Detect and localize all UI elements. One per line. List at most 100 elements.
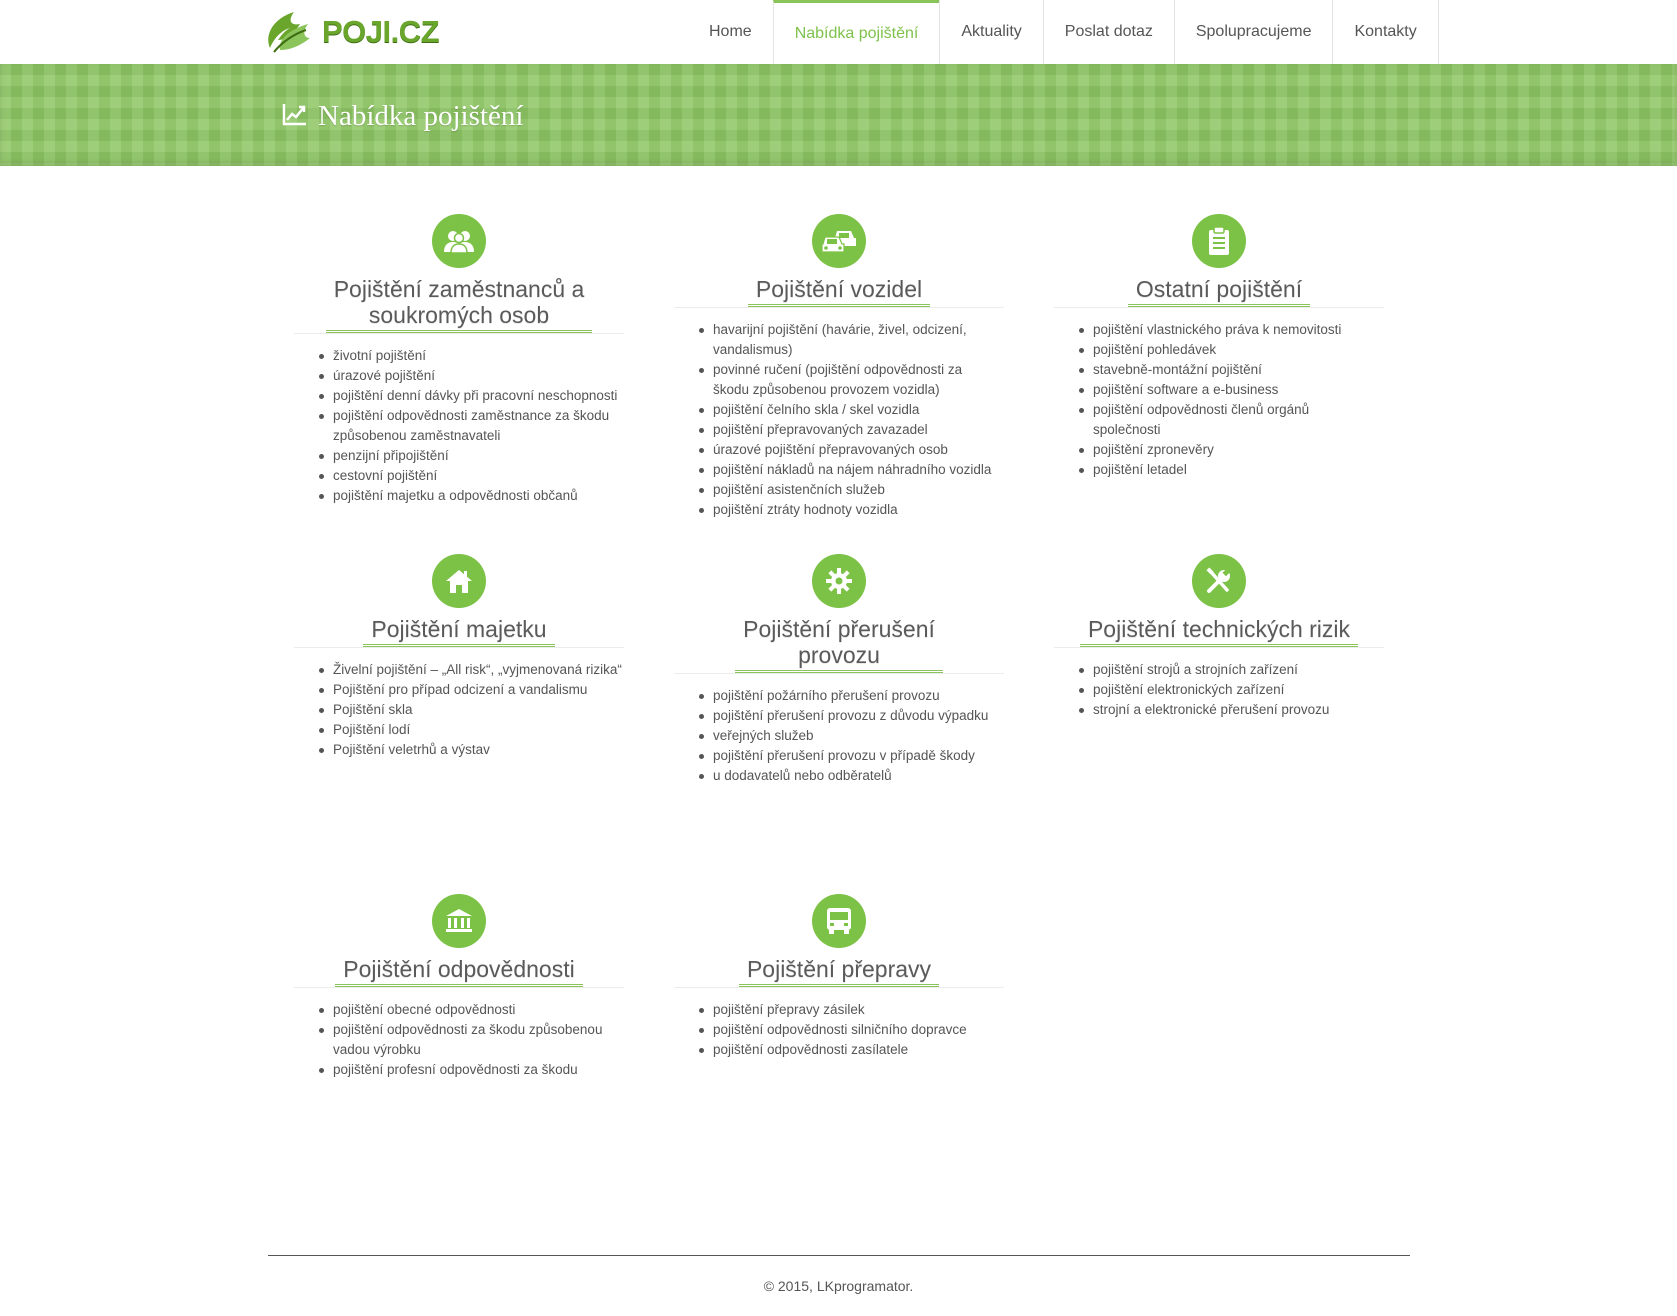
list-item: pojištění čelního skla / skel vozidla [699,400,1004,420]
list-item: pojištění přepravy zásilek [699,1000,1004,1020]
section-title-line: Pojištění technických rizik [1087,616,1351,642]
section-title-line: Pojištění majetku [371,616,547,642]
insurance-section: Pojištění majetku Živelní pojištění – „Al… [294,554,624,760]
section-title-line: Pojištění přepravy [746,956,932,982]
section-title: Pojištění přerušení provozu [735,616,943,673]
section-title-line: Pojištění přerušení [743,616,935,642]
site-logo-text: POJI.CZ [322,14,440,49]
section-item-list: pojištění požárního přerušení provozu poj… [674,686,1004,786]
list-item: pojištění profesní odpovědnosti za škodu [319,1060,624,1080]
section-title: Pojištění technických rizik [1079,616,1359,647]
list-item: Pojištění pro případ odcizení a vandalis… [319,680,624,700]
list-item: Živelní pojištění – „All risk“, „vyjmeno… [319,660,624,680]
list-item: společnosti [1093,422,1161,437]
list-item: škodu způsobenou provozem vozidla) [713,382,940,397]
section-title-line: Pojištění odpovědnosti [343,956,575,982]
list-item: úrazové pojištění přepravovaných osob [699,440,1004,460]
list-item: pojištění odpovědnosti za škodu způsoben… [319,1020,624,1040]
list-item: pojištění vlastnického práva k nemovitos… [1079,320,1384,340]
nav-item-5[interactable]: Spolupracujeme [1173,0,1333,64]
list-item: pojištění odpovědnosti zaměstnance za šk… [319,406,624,426]
nav-item-1[interactable]: Home [688,0,773,64]
section-title: Pojištění vozidel [747,276,931,307]
section-title: Pojištění zaměstnanců a soukromých osob [325,276,593,333]
truck-icon [812,894,866,948]
main-navigation: Home Nabídka pojištění Aktuality Poslat dot… [688,0,1439,64]
list-item: způsobenou zaměstnavateli [333,428,501,443]
nav-item-6[interactable]: Kontakty [1332,0,1439,64]
list-item: pojištění nákladů na nájem náhradního vo… [699,460,1004,480]
list-item: pojištění software a e-business [1079,380,1384,400]
list-item: pojištění asistenčních služeb [699,480,1004,500]
section-item-list: pojištění vlastnického práva k nemovitos… [1054,320,1384,480]
list-item: pojištění odpovědnosti členů orgánů [1079,400,1384,420]
section-title: Pojištění odpovědnosti [335,956,583,987]
nav-item-2[interactable]: Nabídka pojištění [772,0,940,64]
site-header: POJI.CZ Home Nabídka pojištění Aktuality Po… [0,0,1677,64]
insurance-section: Pojištění přerušení provozu pojištění požá… [674,554,1004,786]
home-icon [432,554,486,608]
list-item: penzijní připojištění [319,446,624,466]
section-title: Pojištění majetku [363,616,555,647]
list-item: pojištění ztráty hodnoty vozidla [699,500,1004,520]
section-title-line: provozu [798,642,880,668]
list-item: pojištění pohledávek [1079,340,1384,360]
gear-icon [812,554,866,608]
section-item-list: havarijní pojištění (havárie, živel, odc… [674,320,1004,520]
list-item: cestovní pojištění [319,466,624,486]
users-icon [432,214,486,268]
chart-line-icon [282,102,308,131]
insurance-section: Ostatní pojištění pojištění vlastnického … [1054,214,1384,480]
footer-divider [268,1255,1410,1256]
section-title: Pojištění přepravy [738,956,940,987]
list-item: Pojištění veletrhů a výstav [319,740,624,760]
section-item-list: Živelní pojištění – „All risk“, „vyjmeno… [294,660,624,760]
list-item: pojištění přepravovaných zavazadel [699,420,1004,440]
list-item: úrazové pojištění [319,366,624,386]
page-title: Nabídka pojištění [318,100,524,132]
car-icon [812,214,866,268]
insurance-section: Pojištění zaměstnanců a soukromých osob ži… [294,214,624,506]
section-item-list: pojištění strojů a strojních zařízení poj… [1054,660,1384,720]
nav-item-3[interactable]: Aktuality [939,0,1042,64]
list-item: pojištění přerušení provozu v případě šk… [699,746,1004,766]
list-item: vadou výrobku [333,1042,421,1057]
list-item: havarijní pojištění (havárie, živel, odc… [699,320,1004,340]
page-banner: Nabídka pojištění [0,64,1677,166]
list-item: pojištění denní dávky při pracovní nesch… [319,386,624,406]
insurance-section: Pojištění technických rizik pojištění str… [1054,554,1384,720]
list-item: pojištění zpronevěry [1079,440,1384,460]
list-item: pojištění majetku a odpovědnosti občanů [319,486,624,506]
section-title-line: Pojištění vozidel [755,276,923,302]
wrench-icon [1192,554,1246,608]
list-item: vandalismus) [713,342,793,357]
list-item: stavebně-montážní pojištění [1079,360,1384,380]
leaf-logo-icon [260,4,316,60]
list-item: pojištění letadel [1079,460,1384,480]
list-item: povinné ručení (pojištění odpovědnosti z… [699,360,1004,380]
list-item: životní pojištění [319,346,624,366]
list-item: pojištění strojů a strojních zařízení [1079,660,1384,680]
nav-item-4[interactable]: Poslat dotaz [1042,0,1174,64]
insurance-section: Pojištění odpovědnosti pojištění obecné o… [294,894,624,1080]
list-item: pojištění požárního přerušení provozu [699,686,1004,706]
list-item: pojištění odpovědnosti zasílatele [699,1040,1004,1060]
section-item-list: pojištění obecné odpovědnosti pojištění o… [294,1000,624,1080]
footer-copyright: © 2015, LKprogramator. [763,1278,914,1294]
section-title: Ostatní pojištění [1127,276,1311,307]
list-item: u dodavatelů nebo odběratelů [699,766,1004,786]
list-item: Pojištění lodí [319,720,624,740]
section-item-list: životní pojištění úrazové pojištění pojišt… [294,346,624,506]
list-item: pojištění odpovědnosti silničního doprav… [699,1020,1004,1040]
site-logo[interactable]: POJI.CZ [260,4,440,60]
list-item: pojištění obecné odpovědnosti [319,1000,624,1020]
list-item: Pojištění skla [319,700,624,720]
bank-icon [432,894,486,948]
insurance-section: Pojištění vozidel havarijní pojištění (ha… [674,214,1004,520]
section-title-line: Ostatní pojištění [1135,276,1303,302]
insurance-section: Pojištění přepravy pojištění přepravy zás… [674,894,1004,1060]
section-item-list: pojištění přepravy zásilek pojištění odpo… [674,1000,1004,1060]
list-item: strojní a elektronické přerušení provozu [1079,700,1384,720]
list-item: pojištění elektronických zařízení [1079,680,1384,700]
section-title-line: Pojištění zaměstnanců a [333,276,585,302]
